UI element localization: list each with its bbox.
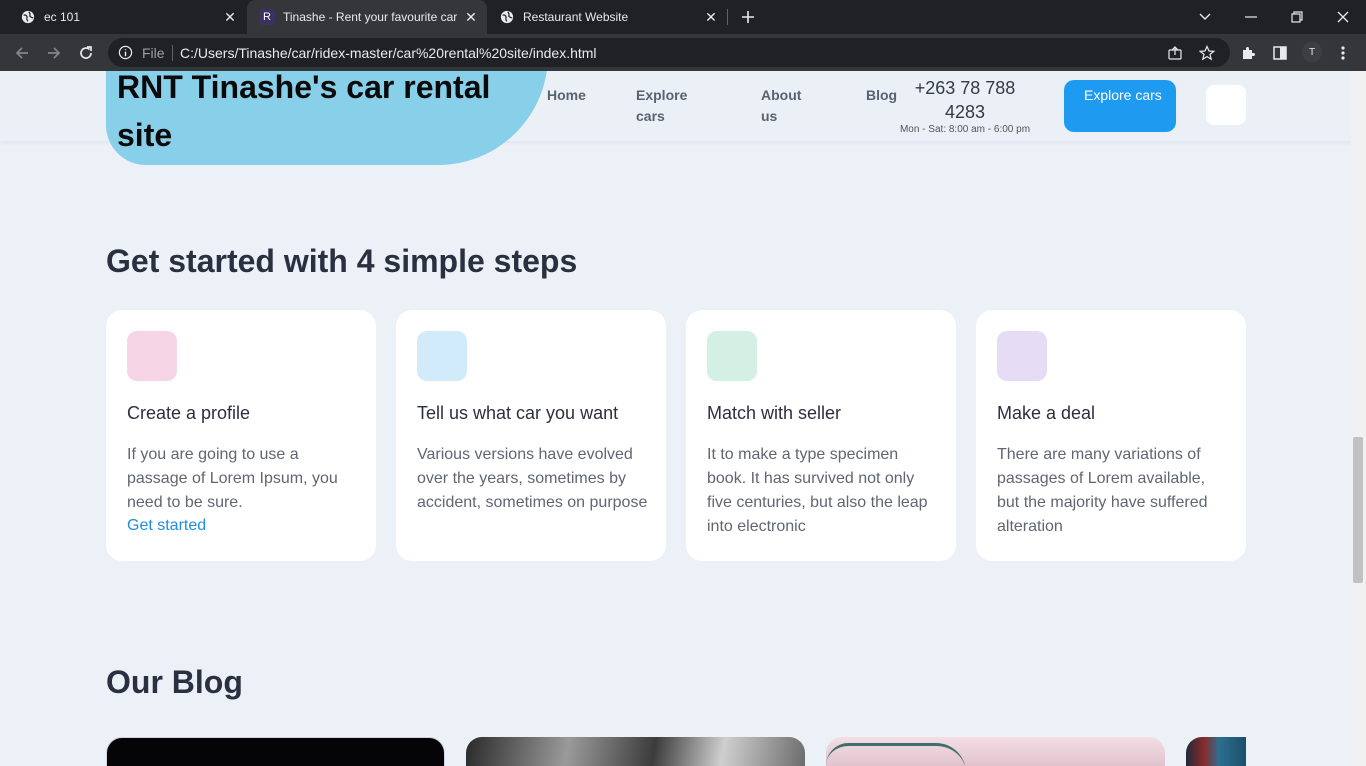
close-tab-icon[interactable]: ✕ xyxy=(701,7,721,27)
step-description: It to make a type specimen book. It has … xyxy=(707,446,928,535)
tab-restaurant[interactable]: Restaurant Website ✕ xyxy=(487,0,727,34)
step-description: There are many variations of passages of… xyxy=(997,446,1208,535)
profile-avatar[interactable]: T xyxy=(1302,42,1322,62)
steps-section-title: Get started with 4 simple steps xyxy=(106,243,578,279)
step-title: Tell us what car you want xyxy=(417,403,619,423)
reload-icon[interactable] xyxy=(73,40,99,66)
site-logo[interactable]: RNT Tinashe's car rental site xyxy=(117,71,537,159)
scheme-label: File xyxy=(142,45,165,61)
blog-card-image[interactable] xyxy=(826,737,1165,766)
tab-title: Tinashe - Rent your favourite car xyxy=(283,10,458,24)
globe-icon xyxy=(499,9,515,25)
more-menu-icon[interactable] xyxy=(1333,43,1353,63)
omnibox-divider xyxy=(172,45,173,61)
profile-step-icon xyxy=(127,331,177,381)
tab-search-chevron-icon[interactable] xyxy=(1182,0,1228,34)
match-step-icon xyxy=(707,331,757,381)
scrollbar-thumb[interactable] xyxy=(1353,437,1363,583)
blog-card-image[interactable] xyxy=(106,737,445,766)
tab-tinashe[interactable]: R Tinashe - Rent your favourite car ✕ xyxy=(247,0,487,34)
close-tab-icon[interactable]: ✕ xyxy=(220,7,240,27)
r-favicon-icon: R xyxy=(259,9,275,25)
step-title: Match with seller xyxy=(707,403,842,423)
address-bar[interactable]: File C:/Users/Tinashe/car/ridex-master/c… xyxy=(108,38,1230,67)
get-started-link[interactable]: Get started xyxy=(127,517,206,535)
step-title: Create a profile xyxy=(127,403,251,423)
step-card: Tell us what car you want Various versio… xyxy=(396,310,666,561)
browser-tab-strip: ec 101 ✕ R Tinashe - Rent your favourite… xyxy=(0,0,1366,34)
page-scrollbar[interactable] xyxy=(1351,71,1366,766)
blog-card-image[interactable] xyxy=(466,737,805,766)
tab-ec101[interactable]: ec 101 ✕ xyxy=(0,0,246,34)
step-description: Various versions have evolved over the y… xyxy=(417,446,648,511)
restore-button[interactable] xyxy=(1274,0,1320,34)
browser-toolbar: File C:/Users/Tinashe/car/ridex-master/c… xyxy=(0,34,1366,71)
nav-explore-cars[interactable]: Explore cars xyxy=(636,85,706,127)
extensions-puzzle-icon[interactable] xyxy=(1238,43,1258,63)
new-tab-button[interactable] xyxy=(736,5,760,29)
nav-about-us[interactable]: About us xyxy=(761,85,811,127)
step-card: Create a profile If you are going to use… xyxy=(106,310,376,561)
step-title: Make a deal xyxy=(997,403,1096,423)
nav-blog[interactable]: Blog xyxy=(866,85,897,106)
car-step-icon xyxy=(417,331,467,381)
contact-phone[interactable]: +263 78 788 4283 xyxy=(900,76,1030,124)
share-icon[interactable] xyxy=(1166,44,1184,62)
back-arrow-icon[interactable] xyxy=(9,40,35,66)
nav-home[interactable]: Home xyxy=(547,85,586,106)
minimize-button[interactable] xyxy=(1228,0,1274,34)
blog-card-image[interactable] xyxy=(1186,737,1246,766)
car-roof-shape xyxy=(826,743,966,766)
close-window-button[interactable] xyxy=(1320,0,1366,34)
opening-hours: Mon - Sat: 8:00 am - 6:00 pm xyxy=(899,124,1031,135)
tab-title: ec 101 xyxy=(44,10,81,24)
close-tab-icon[interactable]: ✕ xyxy=(461,7,481,27)
info-icon[interactable] xyxy=(118,45,133,65)
step-description: If you are going to use a passage of Lor… xyxy=(127,446,338,511)
menu-toggle-button[interactable] xyxy=(1206,85,1246,125)
step-card: Make a deal There are many variations of… xyxy=(976,310,1246,561)
site-header: RNT Tinashe's car rental site Home Explo… xyxy=(0,71,1351,165)
side-panel-icon[interactable] xyxy=(1270,43,1290,63)
step-card: Match with seller It to make a type spec… xyxy=(686,310,956,561)
tab-separator xyxy=(727,9,728,25)
blog-section-title: Our Blog xyxy=(106,664,243,700)
url-text[interactable]: C:/Users/Tinashe/car/ridex-master/car%20… xyxy=(180,45,597,61)
globe-icon xyxy=(20,9,36,25)
tab-title: Restaurant Website xyxy=(523,10,629,24)
deal-step-icon xyxy=(997,331,1047,381)
forward-arrow-icon[interactable] xyxy=(41,40,67,66)
bookmark-star-icon[interactable] xyxy=(1198,44,1216,62)
explore-cars-button[interactable]: Explore cars xyxy=(1064,80,1176,132)
page-viewport: RNT Tinashe's car rental site Home Explo… xyxy=(0,71,1351,766)
